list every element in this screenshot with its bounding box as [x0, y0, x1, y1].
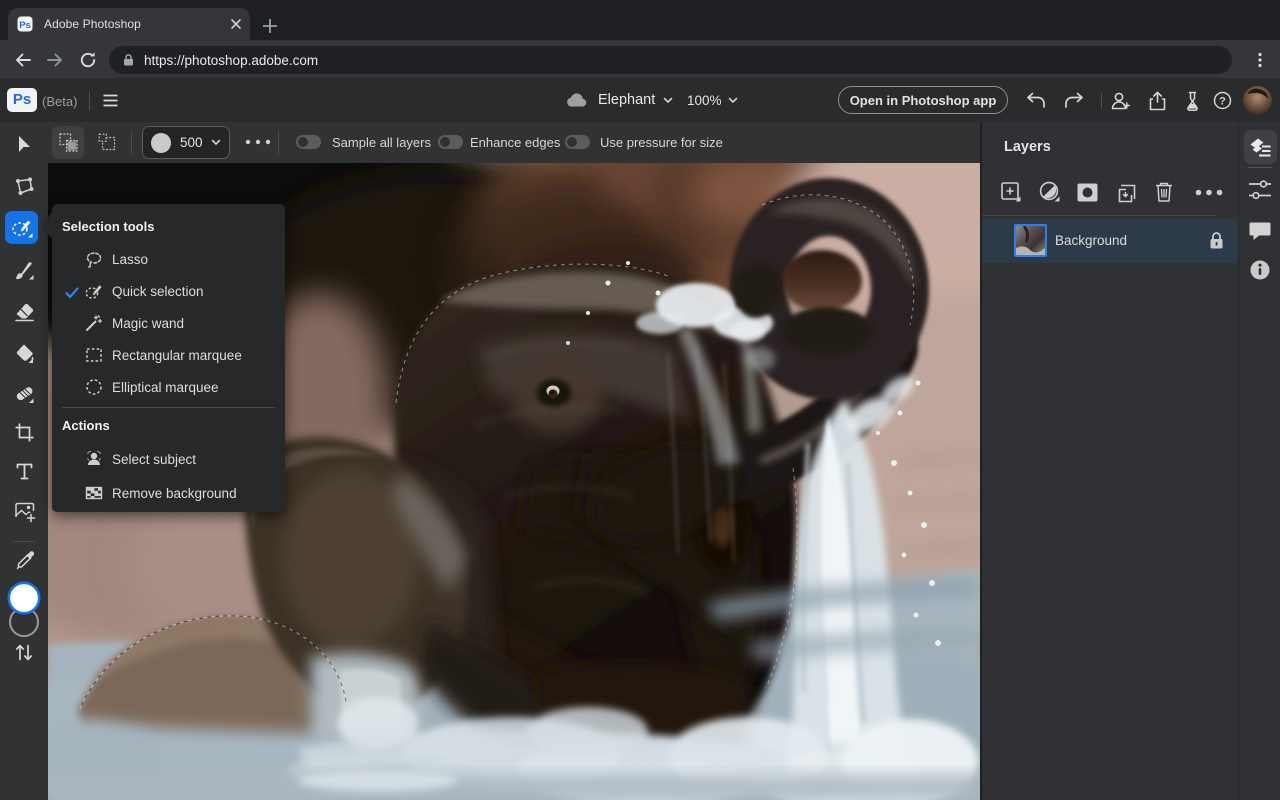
svg-text:?: ? — [1219, 96, 1226, 108]
svg-text:Ps: Ps — [19, 20, 31, 31]
